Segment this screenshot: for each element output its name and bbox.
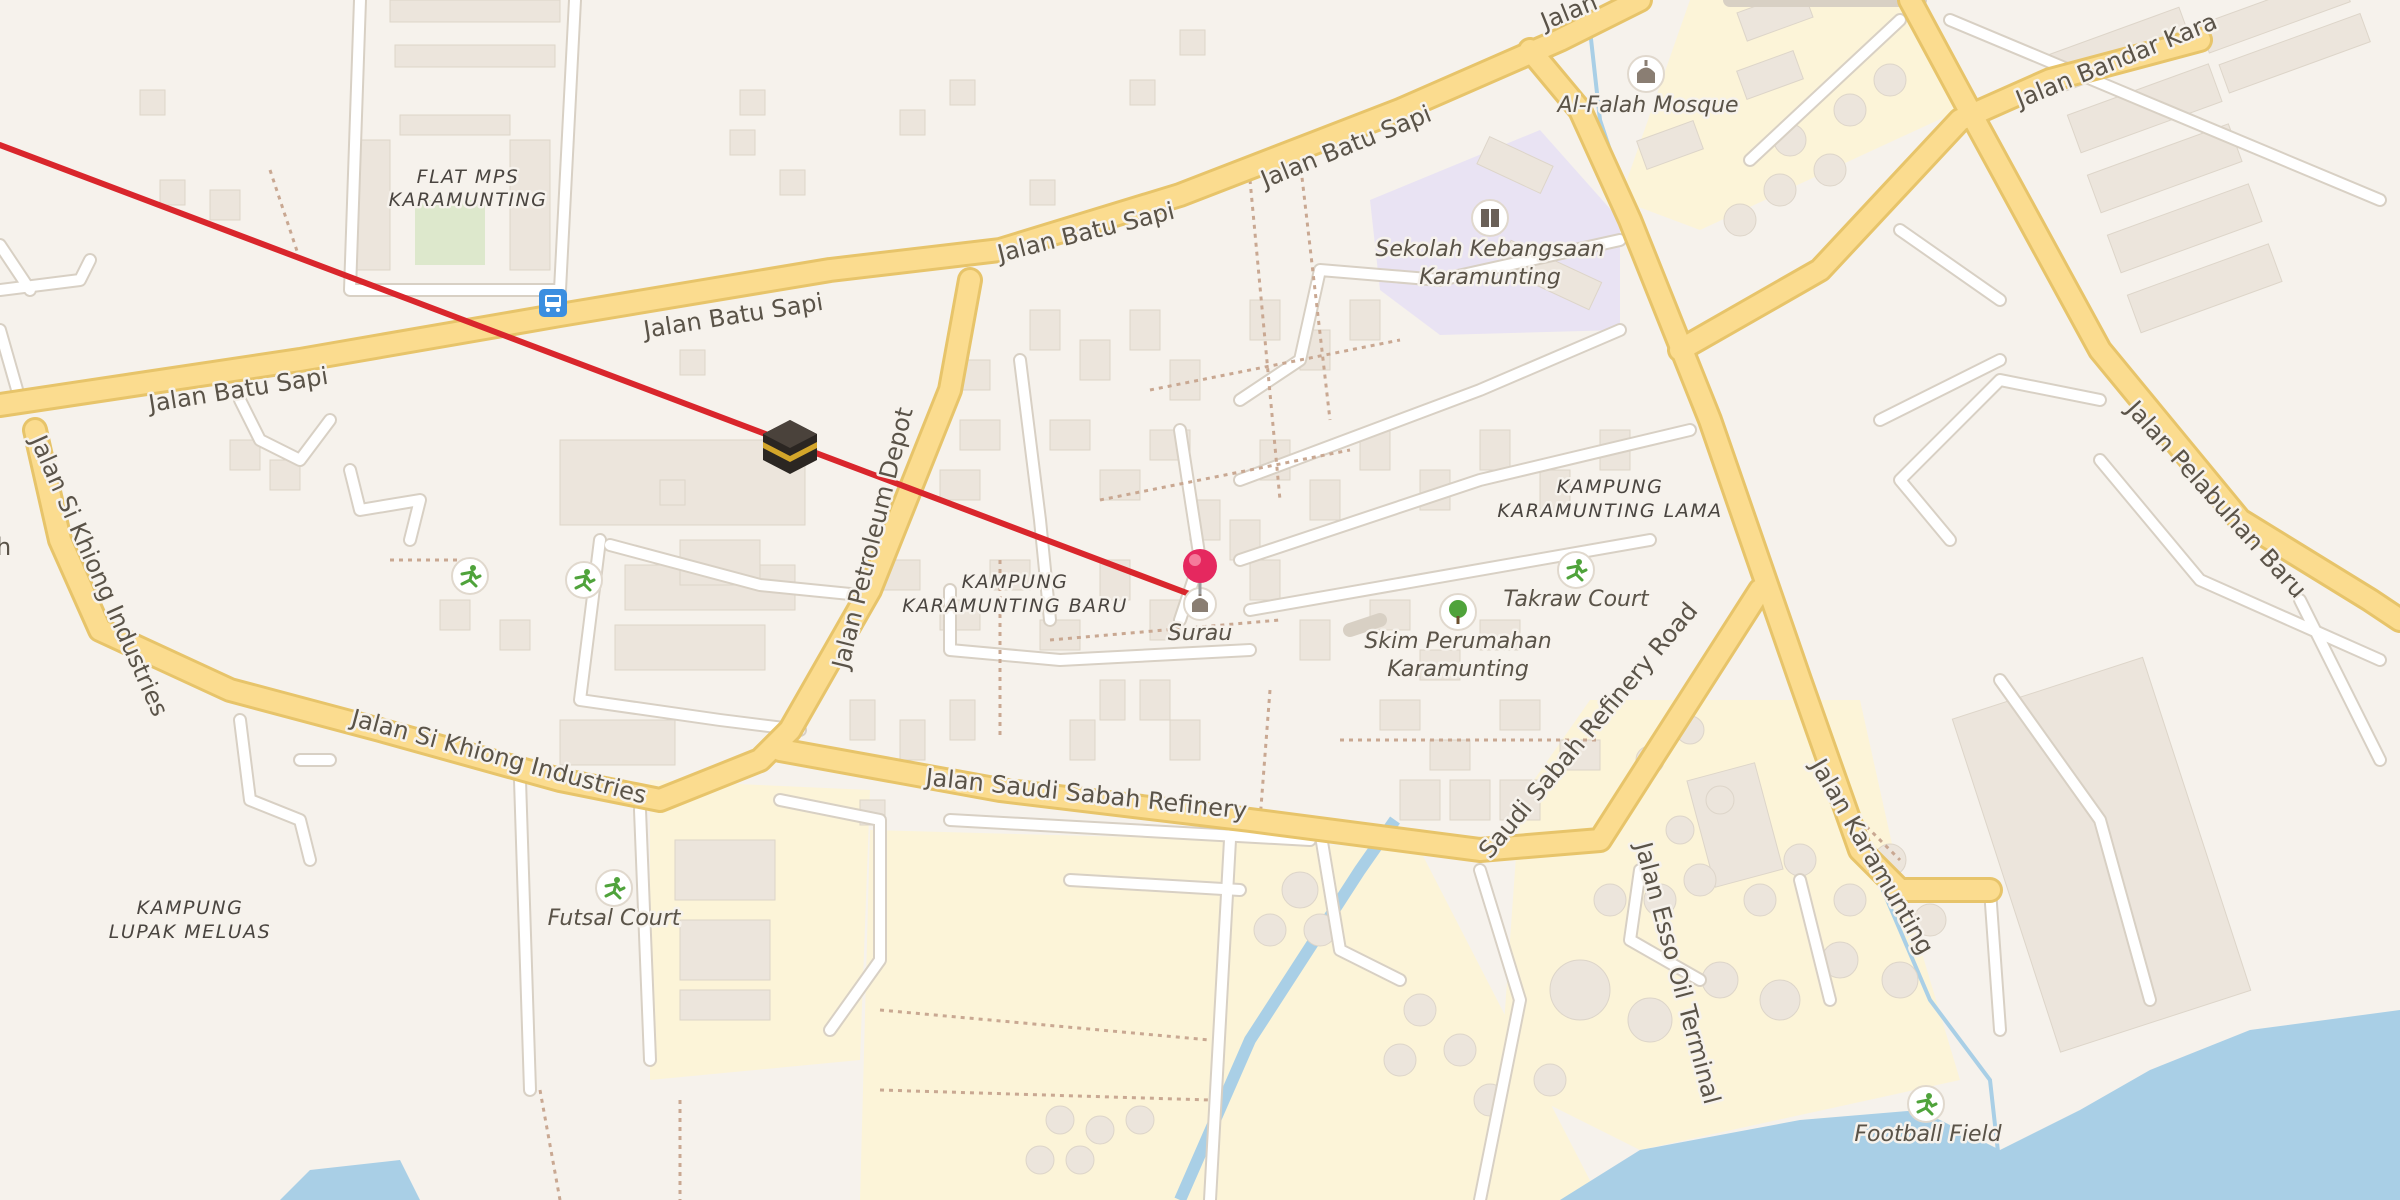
map-icons xyxy=(451,55,1945,1123)
school-icon[interactable] xyxy=(1471,199,1509,237)
sports-icon[interactable] xyxy=(595,869,633,907)
sports-icon[interactable] xyxy=(1907,1085,1945,1123)
map-canvas[interactable]: Jalan Batu Sapi Jalan Batu Sapi Jalan Ba… xyxy=(0,0,2400,1200)
sports-icon[interactable] xyxy=(451,557,489,595)
park-icon[interactable] xyxy=(1439,593,1477,631)
mosque-icon[interactable] xyxy=(1627,55,1665,93)
sports-icon[interactable] xyxy=(565,561,603,599)
bus-stop-icon[interactable] xyxy=(539,289,567,317)
sports-icon[interactable] xyxy=(1557,551,1595,589)
kaaba-icon[interactable] xyxy=(763,420,817,474)
location-pin-icon[interactable] xyxy=(1183,549,1217,594)
